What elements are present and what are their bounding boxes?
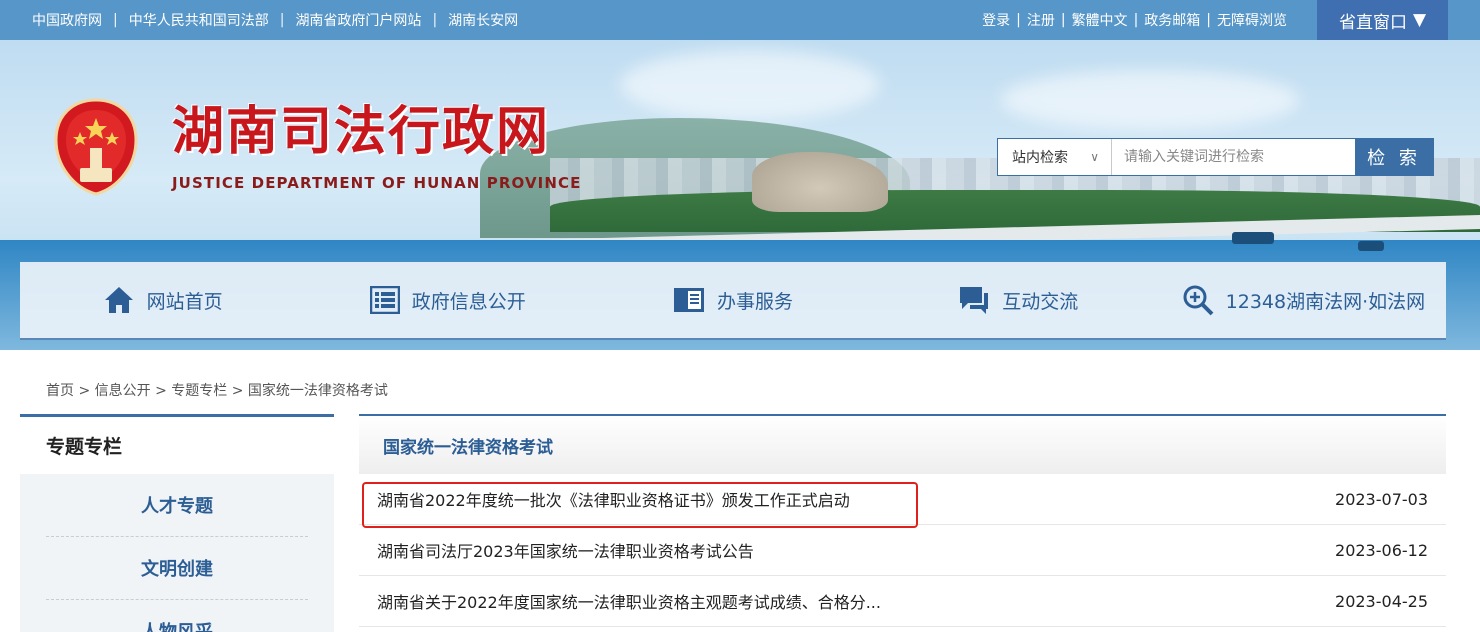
nav-home[interactable]: 网站首页 xyxy=(20,262,305,338)
sidebar-item-talent[interactable]: 人才专题 xyxy=(46,474,308,537)
separator: | xyxy=(432,12,438,28)
sidebar-item-people[interactable]: 人物风采 xyxy=(46,600,308,632)
highlight-box xyxy=(362,482,918,528)
nav-services[interactable]: 办事服务 xyxy=(590,262,875,338)
nav-gov-info-label: 政府信息公开 xyxy=(411,290,526,313)
article-title[interactable]: 湖南省司法厅2023年国家统一法律职业资格考试公告 xyxy=(377,538,754,562)
login-link[interactable]: 登录 xyxy=(982,10,1010,30)
separator: | xyxy=(279,12,285,28)
external-links: 中国政府网 | 中华人民共和国司法部 | 湖南省政府门户网站 | 湖南长安网 xyxy=(32,0,518,40)
justice-emblem-icon[interactable] xyxy=(50,96,142,198)
nav-legal-hotline[interactable]: 12348湖南法网·如法网 xyxy=(1161,262,1446,338)
separator: | xyxy=(113,12,118,28)
boat-decoration xyxy=(1232,232,1274,244)
sidebar: 专题专栏 人才专题 文明创建 人物风采 xyxy=(20,414,334,632)
article-date: 2023-06-12 xyxy=(1335,540,1428,560)
provincial-window-label: 省直窗口 xyxy=(1338,12,1407,33)
caret-down-icon: ▼ xyxy=(1412,10,1427,30)
cloud-decoration xyxy=(1000,70,1300,130)
register-link[interactable]: 注册 xyxy=(1027,10,1055,30)
list-item[interactable]: 湖南省关于2022年度国家统一法律职业资格主观题考试成绩、合格分... 2023… xyxy=(359,576,1446,627)
separator: | xyxy=(1060,12,1066,28)
sidebar-title: 专题专栏 xyxy=(20,414,334,474)
article-date: 2023-04-25 xyxy=(1335,591,1428,611)
article-title[interactable]: 湖南省关于2022年度国家统一法律职业资格主观题考试成绩、合格分... xyxy=(377,589,881,613)
breadcrumb-info[interactable]: 信息公开 xyxy=(95,383,151,399)
boat-decoration xyxy=(1358,241,1384,251)
separator: | xyxy=(1133,12,1139,28)
link-moj[interactable]: 中华人民共和国司法部 xyxy=(129,10,269,30)
site-subtitle: JUSTICE DEPARTMENT OF HUNAN PROVINCE xyxy=(172,174,582,192)
top-link-bar: 中国政府网 | 中华人民共和国司法部 | 湖南省政府门户网站 | 湖南长安网 登… xyxy=(0,0,1480,40)
sidebar-item-civilization[interactable]: 文明创建 xyxy=(46,537,308,600)
search-plus-icon xyxy=(1183,285,1214,316)
breadcrumb-separator: > xyxy=(231,383,248,399)
link-gov-cn[interactable]: 中国政府网 xyxy=(32,10,102,30)
list-title: 国家统一法律资格考试 xyxy=(359,414,1446,474)
site-search: 站内检索 ∨ 检 索 xyxy=(997,138,1434,176)
site-title[interactable]: 湖南司法行政网 xyxy=(172,100,550,164)
nav-services-label: 办事服务 xyxy=(717,290,794,313)
separator: | xyxy=(1016,12,1021,28)
page: 中国政府网 | 中华人民共和国司法部 | 湖南省政府门户网站 | 湖南长安网 登… xyxy=(0,0,1480,632)
nav-home-label: 网站首页 xyxy=(146,290,223,313)
link-hunan-gov[interactable]: 湖南省政府门户网站 xyxy=(295,10,421,30)
nav-interaction-label: 互动交流 xyxy=(1002,290,1079,313)
breadcrumb-home[interactable]: 首页 xyxy=(46,383,74,399)
accessibility-link[interactable]: 无障碍浏览 xyxy=(1217,10,1287,30)
chat-icon xyxy=(960,287,989,314)
breadcrumb: 首页 > 信息公开 > 专题专栏 > 国家统一法律资格考试 xyxy=(46,380,388,400)
provincial-window-button[interactable]: 省直窗口 ▼ xyxy=(1317,0,1448,40)
main-nav: 网站首页 政府信息公开 办事服务 互动交流 12348湖南法网·如法网 xyxy=(20,262,1446,340)
article-date: 2023-07-03 xyxy=(1335,489,1428,509)
link-hunan-changan[interactable]: 湖南长安网 xyxy=(448,10,518,30)
breadcrumb-topics[interactable]: 专题专栏 xyxy=(171,383,227,399)
search-button[interactable]: 检 索 xyxy=(1355,139,1433,175)
home-icon xyxy=(104,287,133,313)
separator: | xyxy=(1206,12,1211,28)
traditional-chinese-link[interactable]: 繁體中文 xyxy=(1072,10,1128,30)
nav-interaction[interactable]: 互动交流 xyxy=(876,262,1161,338)
nav-legal-hotline-label: 12348湖南法网·如法网 xyxy=(1225,290,1426,313)
cloud-decoration xyxy=(620,50,880,120)
breadcrumb-current: 国家统一法律资格考试 xyxy=(247,383,388,399)
search-scope-label: 站内检索 xyxy=(1012,150,1068,166)
breadcrumb-separator: > xyxy=(155,383,172,399)
user-links: 登录 | 注册 | 繁體中文 | 政务邮箱 | 无障碍浏览 xyxy=(982,0,1287,40)
search-input[interactable] xyxy=(1112,139,1355,175)
book-icon xyxy=(674,288,704,312)
chevron-down-icon: ∨ xyxy=(1090,150,1099,164)
list-item[interactable]: 湖南省司法厅2023年国家统一法律职业资格考试公告 2023-06-12 xyxy=(359,525,1446,576)
list-icon xyxy=(369,286,400,314)
search-scope-select[interactable]: 站内检索 ∨ xyxy=(998,139,1112,175)
breadcrumb-separator: > xyxy=(78,383,95,399)
nav-gov-info[interactable]: 政府信息公开 xyxy=(305,262,590,338)
gov-mail-link[interactable]: 政务邮箱 xyxy=(1144,10,1200,30)
